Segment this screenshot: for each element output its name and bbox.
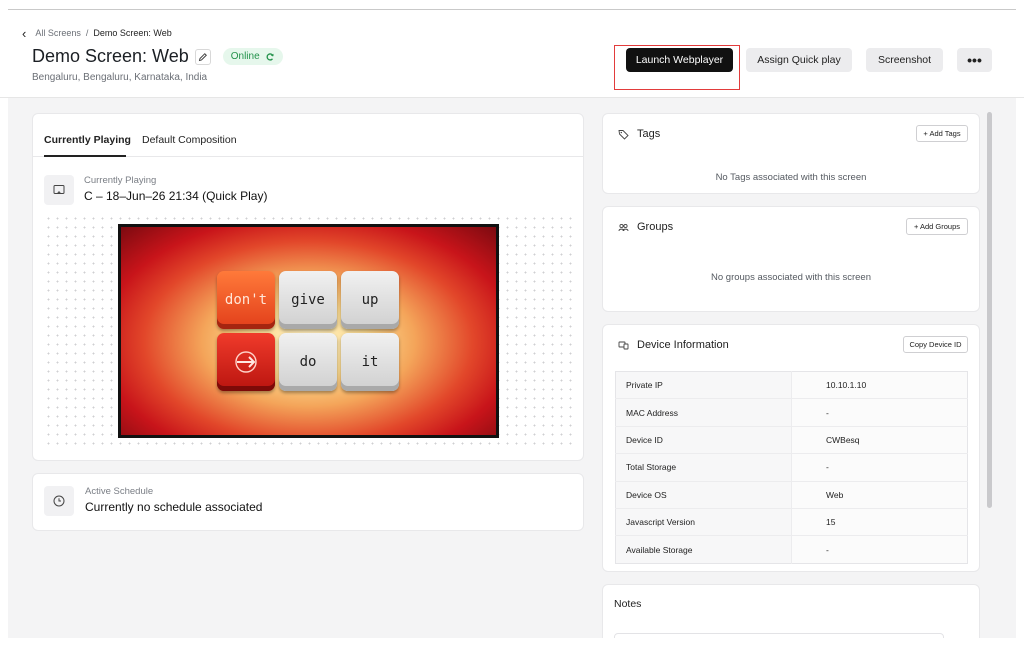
keycap-arrow bbox=[217, 333, 275, 391]
tags-empty-message: No Tags associated with this screen bbox=[715, 172, 867, 183]
refresh-icon[interactable] bbox=[265, 52, 275, 62]
screen-location: Bengaluru, Bengaluru, Karnataka, India bbox=[32, 72, 208, 83]
schedule-value: Currently no schedule associated bbox=[85, 500, 263, 514]
tab-default-composition[interactable]: Default Composition bbox=[142, 134, 237, 146]
table-cell-key: Device ID bbox=[615, 425, 792, 454]
table-cell-value: - bbox=[791, 535, 968, 564]
screen-header: ‹ All Screens / Demo Screen: Web Demo Sc… bbox=[0, 10, 1024, 98]
table-cell-key: MAC Address bbox=[615, 398, 792, 427]
breadcrumb-root[interactable]: All Screens bbox=[35, 28, 81, 38]
breadcrumb: ‹ All Screens / Demo Screen: Web bbox=[22, 27, 172, 40]
groups-title: Groups bbox=[637, 221, 674, 233]
notes-title: Notes bbox=[614, 598, 642, 610]
main-content: Currently Playing Default Composition Cu… bbox=[8, 98, 1016, 638]
table-cell-key: Device OS bbox=[615, 480, 792, 509]
device-header: Device Information bbox=[618, 339, 729, 351]
table-cell-value: - bbox=[791, 453, 968, 482]
breadcrumb-separator: / bbox=[85, 28, 89, 38]
keycap-do: do bbox=[279, 333, 337, 391]
add-tags-button[interactable]: + Add Tags bbox=[916, 125, 968, 142]
table-cell-key: Available Storage bbox=[615, 535, 792, 564]
breadcrumb-current: Demo Screen: Web bbox=[93, 28, 172, 38]
table-cell-value: - bbox=[791, 398, 968, 427]
groups-card: Groups + Add Groups No groups associated… bbox=[602, 206, 980, 312]
tags-title: Tags bbox=[637, 128, 661, 140]
screenshot-button[interactable]: Screenshot bbox=[866, 48, 943, 72]
table-row: Total Storage - bbox=[615, 453, 968, 482]
schedule-label: Active Schedule bbox=[85, 486, 154, 497]
tags-card: Tags + Add Tags No Tags associated with … bbox=[602, 113, 980, 194]
table-cell-value: Web bbox=[791, 480, 968, 509]
table-row: Available Storage - bbox=[615, 535, 968, 564]
tab-currently-playing[interactable]: Currently Playing bbox=[44, 134, 131, 146]
clock-icon bbox=[44, 486, 74, 516]
groups-empty-message: No groups associated with this screen bbox=[711, 272, 871, 283]
table-cell-value: CWBesq bbox=[791, 425, 968, 454]
title-row: Demo Screen: Web Online bbox=[32, 46, 283, 67]
device-info-table: Private IP 10.10.1.10 MAC Address - Device… bbox=[615, 371, 968, 564]
active-tab-indicator bbox=[44, 155, 126, 157]
content-preview: don't give up do it bbox=[118, 224, 499, 438]
keycap-it: it bbox=[341, 333, 399, 391]
arrow-right-icon bbox=[235, 351, 257, 373]
assign-quick-play-button[interactable]: Assign Quick play bbox=[746, 48, 852, 72]
tag-icon bbox=[618, 129, 629, 140]
keycap-give: give bbox=[279, 271, 337, 329]
notes-textarea[interactable] bbox=[614, 633, 944, 638]
active-schedule-card: Active Schedule Currently no schedule as… bbox=[32, 473, 584, 531]
edit-pencil-icon[interactable] bbox=[194, 48, 211, 65]
table-row: Device ID CWBesq bbox=[615, 425, 968, 454]
table-row: Private IP 10.10.1.10 bbox=[615, 371, 968, 399]
copy-device-id-button[interactable]: Copy Device ID bbox=[903, 336, 968, 353]
page-title: Demo Screen: Web bbox=[32, 46, 189, 66]
now-playing-value: C – 18–Jun–26 21:34 (Quick Play) bbox=[84, 189, 268, 203]
device-information-card: Device Information Copy Device ID Privat… bbox=[602, 324, 980, 572]
currently-playing-card: Currently Playing Default Composition Cu… bbox=[32, 113, 584, 461]
table-cell-key: Javascript Version bbox=[615, 507, 792, 536]
table-row: Javascript Version 15 bbox=[615, 507, 968, 536]
notes-card: Notes bbox=[602, 584, 980, 638]
now-playing-label: Currently Playing bbox=[84, 175, 157, 186]
table-cell-key: Private IP bbox=[615, 371, 792, 399]
keycap-dont: don't bbox=[217, 271, 275, 329]
tab-bar: Currently Playing Default Composition bbox=[33, 114, 583, 157]
add-groups-button[interactable]: + Add Groups bbox=[906, 218, 968, 235]
groups-header: Groups bbox=[618, 221, 673, 233]
table-row: MAC Address - bbox=[615, 398, 968, 427]
scrollbar-thumb[interactable] bbox=[987, 112, 992, 508]
back-chevron-icon[interactable]: ‹ bbox=[22, 27, 26, 40]
screen-cast-icon bbox=[44, 175, 74, 205]
table-row: Device OS Web bbox=[615, 480, 968, 509]
status-badge: Online bbox=[222, 48, 283, 65]
groups-icon bbox=[618, 223, 629, 231]
table-cell-value: 10.10.1.10 bbox=[791, 371, 968, 399]
device-title: Device Information bbox=[637, 339, 729, 351]
table-cell-key: Total Storage bbox=[615, 453, 792, 482]
status-text: Online bbox=[230, 51, 260, 62]
tags-header: Tags bbox=[618, 128, 660, 140]
table-cell-value: 15 bbox=[791, 507, 968, 536]
launch-webplayer-button[interactable]: Launch Webplayer bbox=[626, 48, 733, 72]
keycap-up: up bbox=[341, 271, 399, 329]
devices-icon bbox=[618, 341, 629, 349]
more-options-button[interactable]: ••• bbox=[957, 48, 992, 72]
